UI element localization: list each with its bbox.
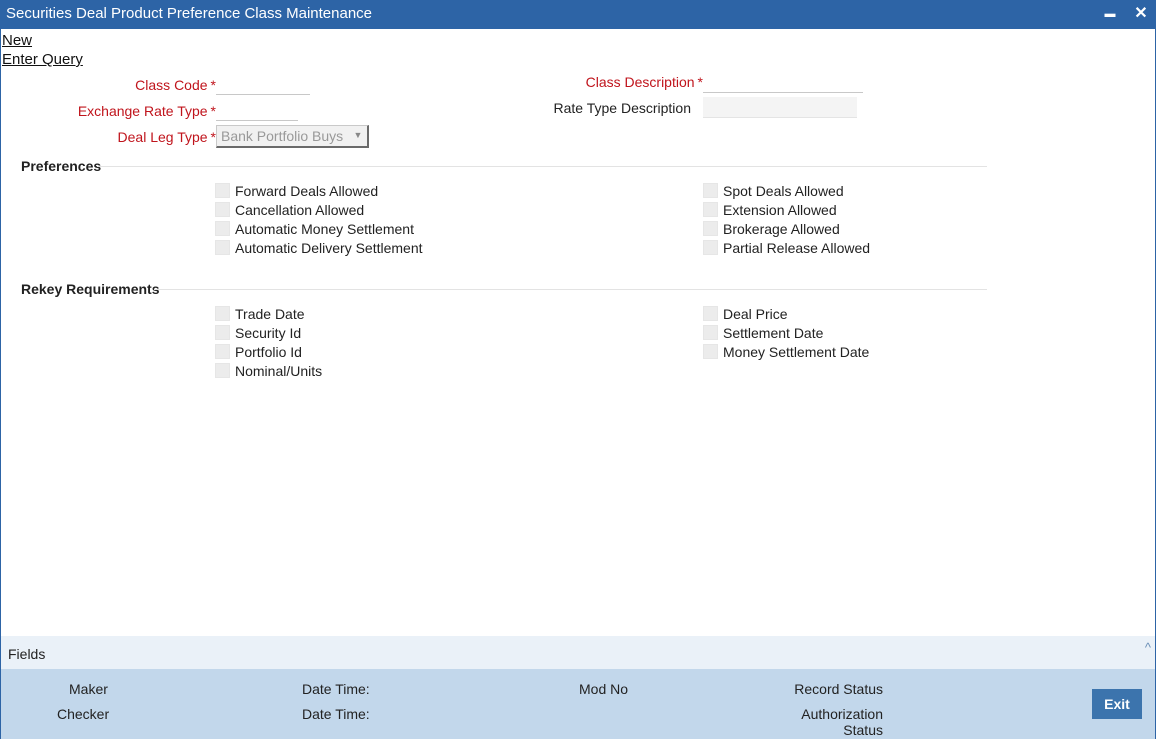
money-settlement-date-checkbox[interactable]	[703, 344, 718, 359]
settlement-date-checkbox[interactable]	[703, 325, 718, 340]
deal-price-checkbox[interactable]	[703, 306, 718, 321]
minimize-icon[interactable]: ▬	[1100, 4, 1120, 24]
checker-date-time-label: Date Time:	[302, 706, 370, 722]
deal-leg-type-value: Bank Portfolio Buys	[221, 128, 344, 144]
audit-footer	[1, 669, 1155, 739]
spot-deals-allowed-label: Spot Deals Allowed	[723, 183, 844, 199]
enter-query-link[interactable]: Enter Query	[2, 51, 83, 68]
deal-price-label: Deal Price	[723, 306, 788, 322]
rate-type-description-label: Rate Type Description	[553, 100, 691, 116]
cancellation-allowed-label: Cancellation Allowed	[235, 202, 365, 218]
class-code-label: Class Code *	[135, 77, 216, 93]
rekey-requirements-heading: Rekey Requirements	[21, 281, 160, 297]
fields-bar[interactable]: Fields ^	[1, 636, 1155, 669]
trade-date-checkbox[interactable]	[215, 306, 230, 321]
chevron-up-icon[interactable]: ^	[1145, 640, 1151, 655]
mod-no-label: Mod No	[579, 681, 629, 697]
automatic-delivery-settlement-checkbox[interactable]	[215, 240, 230, 255]
new-link[interactable]: New	[2, 32, 32, 49]
class-description-label: Class Description *	[586, 74, 703, 90]
settlement-date-label: Settlement Date	[723, 325, 824, 341]
exchange-rate-type-label: Exchange Rate Type *	[78, 103, 216, 119]
portfolio-id-checkbox[interactable]	[215, 344, 230, 359]
brokerage-allowed-checkbox[interactable]	[703, 221, 718, 236]
partial-release-allowed-label: Partial Release Allowed	[723, 240, 871, 256]
section-divider	[97, 166, 987, 167]
chevron-down-icon[interactable]: ▼	[351, 128, 365, 142]
automatic-money-settlement-label: Automatic Money Settlement	[235, 221, 414, 237]
exit-button[interactable]: Exit	[1092, 689, 1142, 719]
automatic-delivery-settlement-label: Automatic Delivery Settlement	[235, 240, 423, 256]
security-id-checkbox[interactable]	[215, 325, 230, 340]
maker-date-time-label: Date Time:	[302, 681, 370, 697]
class-code-input[interactable]	[216, 74, 310, 95]
fields-label: Fields	[8, 646, 46, 662]
cancellation-allowed-checkbox[interactable]	[215, 202, 230, 217]
checker-label: Checker	[57, 706, 110, 722]
preferences-heading: Preferences	[21, 158, 102, 174]
class-description-input[interactable]	[703, 72, 863, 93]
extension-allowed-label: Extension Allowed	[723, 202, 837, 218]
nominal-units-label: Nominal/Units	[235, 363, 323, 379]
extension-allowed-checkbox[interactable]	[703, 202, 718, 217]
authorization-status-label-line2: Status	[843, 722, 883, 738]
maker-label: Maker	[69, 681, 108, 697]
trade-date-label: Trade Date	[235, 306, 305, 322]
section-divider	[154, 289, 987, 290]
class-description-label-text: Class Description	[585, 74, 695, 90]
money-settlement-date-label: Money Settlement Date	[723, 344, 870, 360]
exchange-rate-type-label-text: Exchange Rate Type	[77, 103, 208, 119]
forward-deals-allowed-label: Forward Deals Allowed	[235, 183, 379, 199]
close-icon[interactable]: ✕	[1131, 4, 1151, 24]
portfolio-id-label: Portfolio Id	[235, 344, 302, 360]
exchange-rate-type-input[interactable]	[216, 100, 298, 121]
window-title: Securities Deal Product Preference Class…	[6, 5, 373, 22]
rate-type-description-input	[703, 97, 857, 118]
deal-leg-type-label: Deal Leg Type *	[118, 129, 216, 145]
record-status-label: Record Status	[794, 681, 883, 697]
deal-leg-type-select[interactable]: Bank Portfolio Buys ▼	[216, 125, 369, 148]
partial-release-allowed-checkbox[interactable]	[703, 240, 718, 255]
security-id-label: Security Id	[235, 325, 302, 341]
class-code-label-text: Class Code	[135, 77, 208, 93]
nominal-units-checkbox[interactable]	[215, 363, 230, 378]
spot-deals-allowed-checkbox[interactable]	[703, 183, 718, 198]
authorization-status-label-line1: Authorization	[801, 706, 883, 722]
window-titlebar: Securities Deal Product Preference Class…	[0, 0, 1156, 29]
deal-leg-type-label-text: Deal Leg Type	[117, 129, 208, 145]
automatic-money-settlement-checkbox[interactable]	[215, 221, 230, 236]
brokerage-allowed-label: Brokerage Allowed	[723, 221, 840, 237]
forward-deals-allowed-checkbox[interactable]	[215, 183, 230, 198]
